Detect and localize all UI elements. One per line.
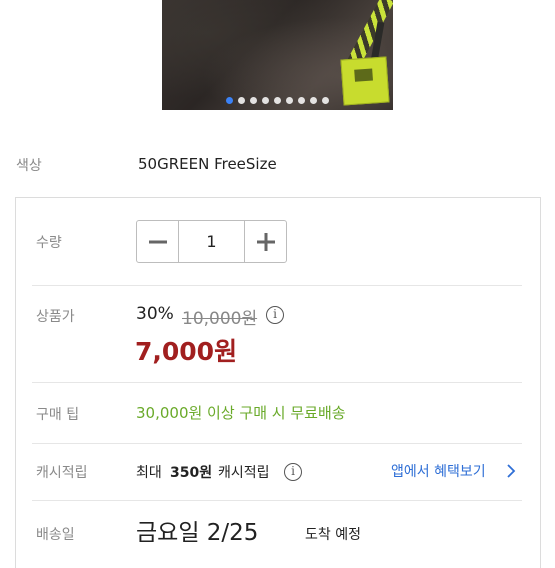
pagination-dot[interactable] bbox=[262, 97, 269, 104]
increase-button[interactable] bbox=[245, 221, 286, 262]
pagination-dot[interactable] bbox=[274, 97, 281, 104]
cash-label: 캐시적립 bbox=[36, 465, 88, 481]
original-price: 10,000원 bbox=[182, 309, 258, 329]
divider bbox=[32, 285, 522, 286]
divider bbox=[32, 443, 522, 444]
info-icon[interactable]: i bbox=[284, 463, 302, 481]
divider bbox=[32, 500, 522, 501]
final-price: 7,000원 bbox=[135, 337, 238, 366]
delivery-label: 배송일 bbox=[36, 527, 75, 543]
divider bbox=[32, 382, 522, 383]
quantity-stepper: 1 bbox=[136, 220, 287, 263]
free-shipping-tip: 30,000원 이상 구매 시 무료배송 bbox=[136, 404, 346, 422]
cash-suffix: 캐시적립 bbox=[218, 465, 270, 481]
color-value: 50GREEN FreeSize bbox=[138, 155, 277, 173]
pagination-dot[interactable] bbox=[310, 97, 317, 104]
quantity-label: 수량 bbox=[36, 235, 62, 251]
pagination-dot[interactable] bbox=[298, 97, 305, 104]
minus-icon bbox=[148, 240, 167, 243]
decrease-button[interactable] bbox=[137, 221, 178, 262]
price-label: 상품가 bbox=[36, 309, 75, 325]
chevron-right-icon[interactable] bbox=[506, 463, 516, 479]
info-icon[interactable]: i bbox=[266, 306, 284, 324]
cash-amount: 350원 bbox=[170, 465, 213, 481]
pagination-dot[interactable] bbox=[322, 97, 329, 104]
tip-label: 구매 팁 bbox=[36, 407, 80, 423]
app-benefit-link[interactable]: 앱에서 혜택보기 bbox=[391, 461, 486, 481]
delivery-date: 금요일 2/25 bbox=[136, 520, 259, 546]
pagination-dot[interactable] bbox=[238, 97, 245, 104]
discount-rate: 30% bbox=[136, 304, 174, 324]
delivery-suffix: 도착 예정 bbox=[305, 527, 361, 543]
cash-prefix: 최대 bbox=[136, 465, 162, 481]
quantity-input[interactable]: 1 bbox=[178, 221, 245, 262]
product-image[interactable] bbox=[162, 0, 393, 110]
image-pagination bbox=[162, 97, 393, 104]
pagination-dot[interactable] bbox=[250, 97, 257, 104]
pagination-dot[interactable] bbox=[226, 97, 233, 104]
pagination-dot[interactable] bbox=[286, 97, 293, 104]
plus-icon bbox=[256, 232, 275, 251]
color-label: 색상 bbox=[16, 158, 42, 174]
